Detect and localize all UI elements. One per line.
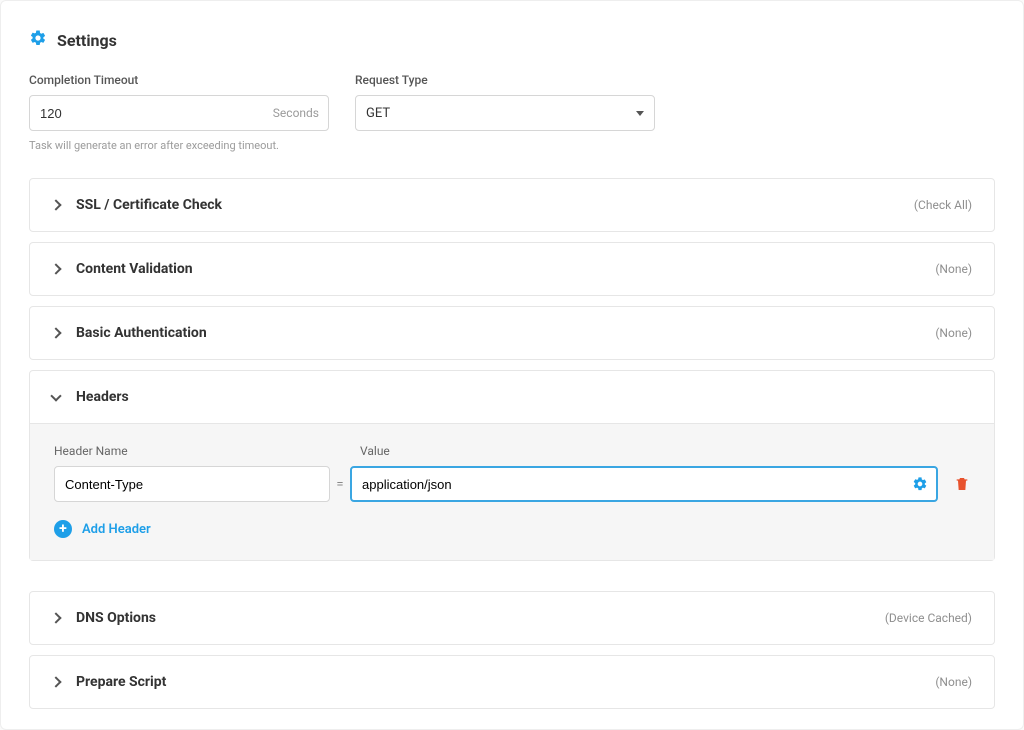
header-value-col: Value [360, 444, 970, 458]
panel-title-content-validation: Content Validation [76, 261, 193, 277]
panel-dns[interactable]: DNS Options (Device Cached) [30, 592, 994, 644]
chevron-right-icon [50, 612, 61, 623]
chevron-right-icon [50, 263, 61, 274]
request-type-label: Request Type [355, 73, 655, 87]
panel-status-basic-auth: (None) [935, 326, 972, 340]
add-header-button[interactable]: + Add Header [54, 520, 970, 538]
panel-basic-auth[interactable]: Basic Authentication (None) [30, 307, 994, 359]
chevron-right-icon [50, 199, 61, 210]
header-row: = [54, 466, 970, 502]
gear-icon [29, 29, 47, 51]
request-type-select[interactable]: GET [355, 95, 655, 131]
chevron-right-icon [50, 676, 61, 687]
panel-title-dns: DNS Options [76, 610, 156, 626]
chevron-right-icon [50, 327, 61, 338]
panel-prepare-script[interactable]: Prepare Script (None) [30, 656, 994, 708]
timeout-label: Completion Timeout [29, 73, 329, 87]
panel-title-headers: Headers [76, 389, 129, 405]
gear-icon[interactable] [912, 476, 928, 492]
panel-title-basic-auth: Basic Authentication [76, 325, 207, 341]
timeout-input[interactable] [29, 95, 329, 131]
header-name-input[interactable] [54, 466, 330, 502]
header-name-col: Header Name [54, 444, 340, 458]
add-header-label: Add Header [82, 522, 151, 537]
panel-content-validation[interactable]: Content Validation (None) [30, 243, 994, 295]
panel-status-prepare-script: (None) [935, 675, 972, 689]
panel-ssl[interactable]: SSL / Certificate Check (Check All) [30, 179, 994, 231]
panel-status-dns: (Device Cached) [885, 611, 972, 625]
plus-icon: + [54, 520, 72, 538]
panel-title-ssl: SSL / Certificate Check [76, 197, 222, 213]
panel-title-prepare-script: Prepare Script [76, 674, 166, 690]
timeout-help: Task will generate an error after exceed… [29, 139, 329, 152]
panel-status-content-validation: (None) [935, 262, 972, 276]
header-value-input[interactable] [350, 466, 938, 502]
panel-status-ssl: (Check All) [914, 198, 972, 212]
equals-sign: = [330, 477, 350, 492]
panel-headers[interactable]: Headers [30, 371, 994, 423]
panel-body-headers: Header Name Value = [30, 423, 994, 560]
caret-down-icon [636, 111, 644, 116]
trash-icon[interactable] [954, 475, 970, 493]
page-title: Settings [57, 31, 117, 50]
chevron-down-icon [50, 390, 61, 401]
request-type-value: GET [366, 106, 390, 121]
